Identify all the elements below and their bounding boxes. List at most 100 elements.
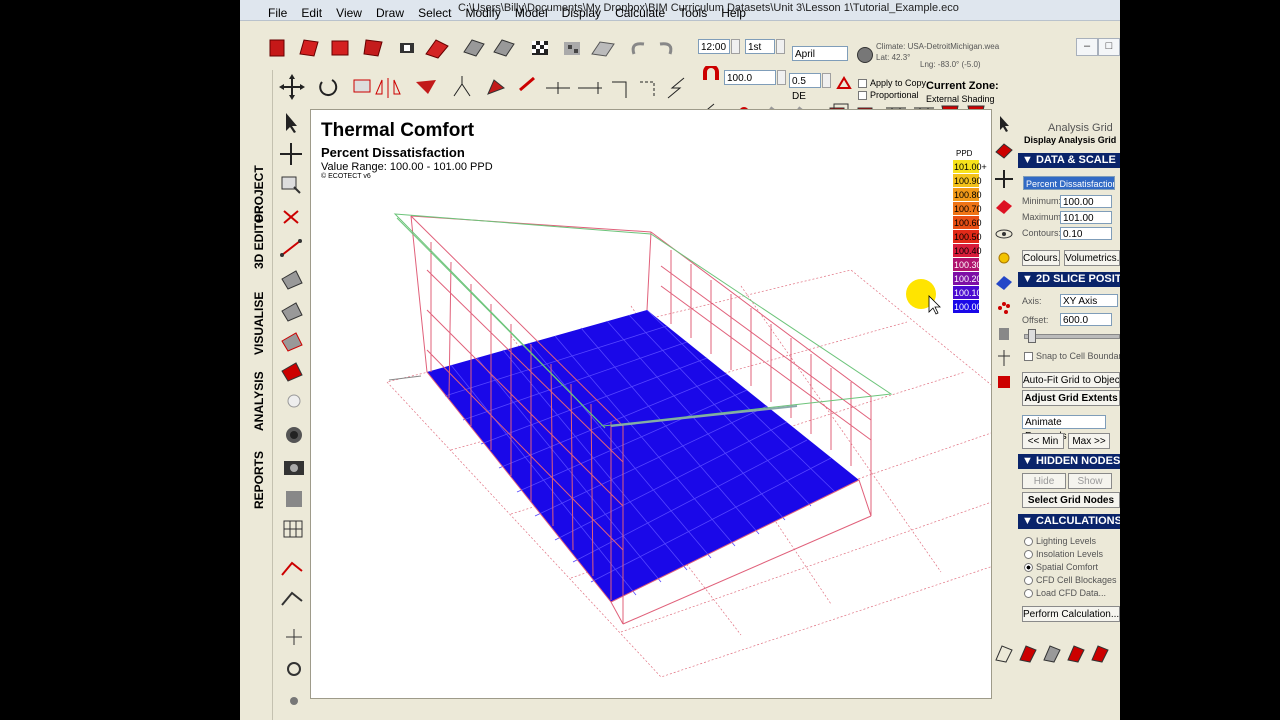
solid-red2-icon[interactable] bbox=[1067, 645, 1085, 663]
display-analysis-grid-button[interactable]: Display Analysis Grid bbox=[1024, 135, 1120, 147]
radio-spatial-comfort[interactable] bbox=[1024, 563, 1033, 573]
data-scale-header[interactable]: ▼ DATA & SCALE bbox=[1018, 153, 1120, 168]
maximum-field[interactable]: 101.00 bbox=[1060, 211, 1112, 224]
menu-tools[interactable]: Tools bbox=[679, 6, 707, 20]
move-icon[interactable] bbox=[279, 74, 305, 100]
volumetrics-button[interactable]: Volumetrics... bbox=[1064, 250, 1120, 266]
min-button[interactable]: << Min bbox=[1022, 433, 1064, 449]
calc-option-lighting[interactable]: Lighting Levels bbox=[1024, 536, 1096, 547]
rotate-icon[interactable] bbox=[319, 79, 338, 97]
polyline-icon[interactable] bbox=[281, 561, 303, 576]
plane3-icon[interactable] bbox=[281, 332, 303, 352]
radio-insolation[interactable] bbox=[1024, 550, 1033, 560]
checker2-icon[interactable] bbox=[564, 42, 580, 55]
contours-field[interactable]: 0.10 bbox=[1060, 227, 1112, 240]
object-icon[interactable] bbox=[463, 39, 485, 57]
menu-view[interactable]: View bbox=[336, 6, 362, 20]
offset-slider-thumb[interactable] bbox=[1028, 329, 1036, 343]
snap-box[interactable] bbox=[1024, 352, 1033, 362]
line-draw-icon[interactable] bbox=[280, 239, 302, 257]
polyline2-icon[interactable] bbox=[281, 591, 303, 606]
solid-grey-icon[interactable] bbox=[1043, 645, 1061, 663]
radio-load-cfd[interactable] bbox=[1024, 589, 1033, 599]
speaker-icon[interactable] bbox=[286, 427, 302, 443]
eye-icon[interactable] bbox=[995, 229, 1013, 239]
axis-select[interactable]: XY Axis bbox=[1060, 294, 1118, 307]
globe-icon[interactable] bbox=[857, 47, 873, 63]
hidden-nodes-header[interactable]: ▼ HIDDEN NODES bbox=[1018, 454, 1120, 469]
extrude-icon[interactable] bbox=[416, 80, 436, 94]
show-button[interactable]: Show bbox=[1068, 473, 1112, 489]
line-icon-a[interactable] bbox=[546, 82, 570, 94]
max-button[interactable]: Max >> bbox=[1068, 433, 1110, 449]
metric-select[interactable]: Percent Dissatisfaction bbox=[1023, 176, 1115, 190]
solid-red-icon[interactable] bbox=[1019, 645, 1037, 663]
proportional-box[interactable] bbox=[858, 91, 867, 101]
menu-file[interactable]: File bbox=[268, 6, 287, 20]
tree-icon[interactable] bbox=[998, 350, 1010, 366]
cube-blue-icon[interactable] bbox=[996, 276, 1012, 290]
light-bulb-icon[interactable] bbox=[287, 394, 301, 408]
export-icon[interactable] bbox=[363, 39, 383, 57]
trash-icon[interactable] bbox=[999, 328, 1009, 340]
angle-spinner[interactable] bbox=[822, 73, 831, 88]
radio-lighting[interactable] bbox=[1024, 537, 1033, 547]
magnet-icon[interactable] bbox=[702, 64, 720, 84]
surface-icon[interactable] bbox=[591, 41, 615, 57]
tab-analysis[interactable]: ANALYSIS bbox=[252, 371, 266, 431]
new-file-icon[interactable] bbox=[269, 39, 285, 57]
sun-icon[interactable] bbox=[998, 252, 1010, 264]
menu-select[interactable]: Select bbox=[418, 6, 451, 20]
pan-icon[interactable] bbox=[280, 143, 302, 165]
grid-icon[interactable] bbox=[400, 43, 414, 53]
corner2-icon[interactable] bbox=[640, 81, 655, 98]
zoom-icon[interactable] bbox=[281, 176, 301, 194]
refresh-icon[interactable] bbox=[287, 662, 301, 676]
offset-field[interactable]: 600.0 bbox=[1060, 313, 1112, 326]
open-file-icon[interactable] bbox=[299, 39, 319, 57]
axis-icon[interactable] bbox=[836, 74, 852, 90]
tab-visualise[interactable]: VISUALISE bbox=[252, 292, 266, 355]
viewport-canvas[interactable]: Thermal Comfort Percent Dissatisfaction … bbox=[310, 109, 992, 699]
select-icon[interactable] bbox=[1000, 116, 1009, 132]
wireframe-icon[interactable] bbox=[995, 645, 1013, 663]
line-icon-b[interactable] bbox=[578, 82, 602, 94]
plane-icon[interactable] bbox=[281, 270, 303, 290]
apply-to-copy-checkbox[interactable]: Apply to Copy bbox=[858, 78, 926, 89]
solid-red3-icon[interactable] bbox=[1091, 645, 1109, 663]
calc-option-load-cfd[interactable]: Load CFD Data... bbox=[1024, 588, 1106, 599]
radio-cfd-blockages[interactable] bbox=[1024, 576, 1033, 586]
undo-icon[interactable] bbox=[631, 42, 645, 55]
perform-calculation-button[interactable]: Perform Calculation... bbox=[1022, 606, 1120, 622]
menu-draw[interactable]: Draw bbox=[376, 6, 404, 20]
offset-slider[interactable] bbox=[1024, 334, 1120, 339]
calc-option-cfd-blockages[interactable]: CFD Cell Blockages bbox=[1024, 575, 1117, 586]
checker-icon[interactable] bbox=[532, 41, 548, 55]
menu-calculate[interactable]: Calculate bbox=[615, 6, 665, 20]
time-spinner[interactable] bbox=[731, 39, 740, 54]
auto-fit-button[interactable]: Auto-Fit Grid to Objects... bbox=[1022, 372, 1120, 388]
branch-icon[interactable] bbox=[453, 76, 471, 97]
appliance-icon[interactable] bbox=[286, 491, 302, 507]
export-report-icon[interactable] bbox=[998, 376, 1010, 388]
paint-icon[interactable] bbox=[995, 143, 1013, 159]
plane2-icon[interactable] bbox=[281, 302, 303, 322]
calculations-header[interactable]: ▼ CALCULATIONS bbox=[1018, 514, 1120, 529]
angle-field[interactable]: 0.5 DE bbox=[789, 73, 821, 102]
menu-model[interactable]: Model bbox=[515, 6, 548, 20]
calc-option-spatial-comfort[interactable]: Spatial Comfort bbox=[1024, 562, 1098, 573]
minimum-field[interactable]: 100.00 bbox=[1060, 195, 1112, 208]
move-obj-icon[interactable] bbox=[995, 170, 1013, 188]
mirror-icon[interactable] bbox=[375, 78, 401, 98]
minimize-button[interactable]: – bbox=[1076, 38, 1098, 56]
node-icon[interactable] bbox=[487, 79, 505, 95]
snap-checkbox[interactable]: Snap to Cell Boundary bbox=[1024, 351, 1120, 362]
day-spinner[interactable] bbox=[776, 39, 785, 54]
transform-value-field[interactable]: 100.0 bbox=[724, 70, 776, 85]
save-file-icon[interactable] bbox=[331, 40, 349, 56]
transform-value-spinner[interactable] bbox=[777, 70, 786, 85]
proportional-checkbox[interactable]: Proportional bbox=[858, 90, 919, 101]
calc-option-insolation[interactable]: Insolation Levels bbox=[1024, 549, 1103, 560]
time-field[interactable]: 12:00 bbox=[698, 39, 730, 54]
corner-icon[interactable] bbox=[612, 81, 627, 98]
